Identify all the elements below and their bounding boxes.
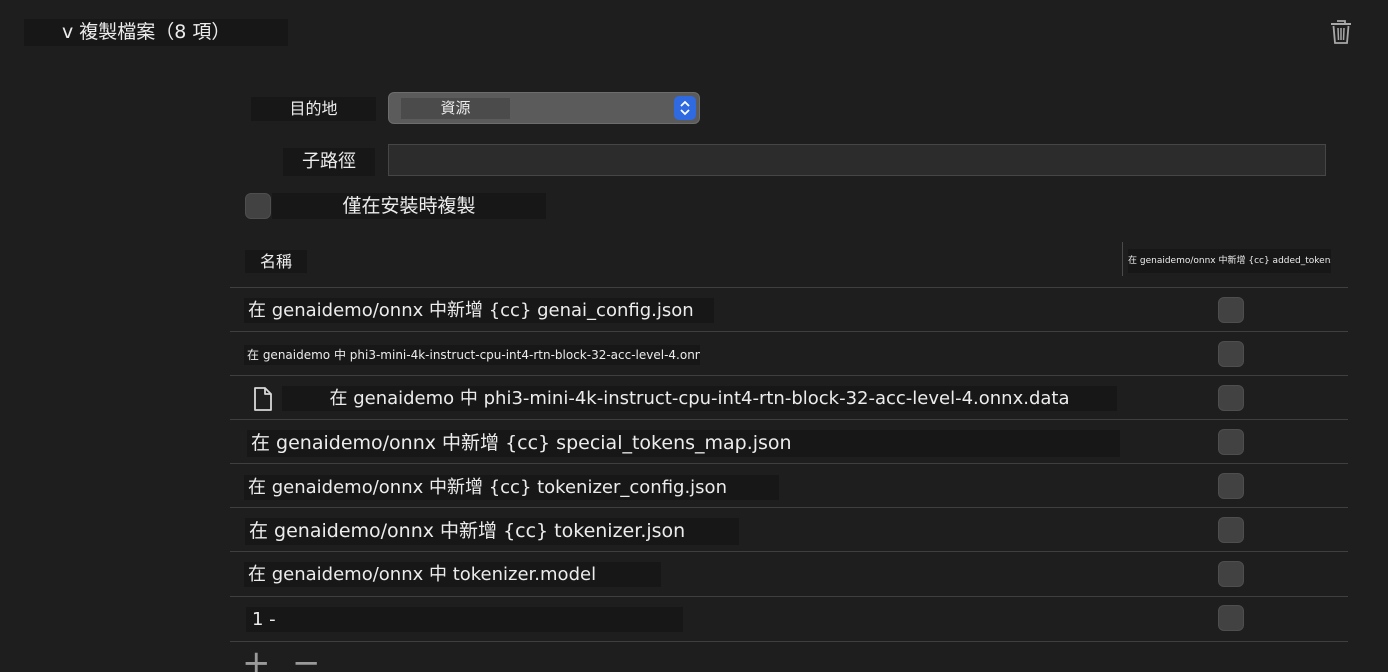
row-separator bbox=[230, 375, 1348, 376]
row-separator bbox=[230, 463, 1348, 464]
subpath-label: 子路徑 bbox=[283, 148, 375, 176]
column-divider bbox=[1122, 242, 1123, 276]
column-header-right[interactable]: 在 genaidemo/onnx 中新增 {cc} added_tokens.j… bbox=[1128, 249, 1331, 273]
table-row-name[interactable]: 在 genaidemo 中 phi3-mini-4k-instruct-cpu-… bbox=[244, 345, 700, 365]
row-separator bbox=[230, 507, 1348, 508]
plus-icon[interactable]: + bbox=[242, 646, 272, 672]
section-header[interactable]: v 複製檔案（8 項） bbox=[24, 19, 288, 46]
column-header-name[interactable]: 名稱 bbox=[245, 250, 307, 273]
row-checkbox[interactable] bbox=[1218, 561, 1244, 587]
trash-icon[interactable] bbox=[1328, 18, 1354, 46]
row-checkbox[interactable] bbox=[1218, 385, 1244, 411]
row-checkbox[interactable] bbox=[1218, 429, 1244, 455]
destination-value: 資源 bbox=[401, 98, 510, 119]
table-row-name[interactable]: 在 genaidemo 中 phi3-mini-4k-instruct-cpu-… bbox=[282, 386, 1117, 411]
subpath-input[interactable] bbox=[388, 144, 1326, 176]
row-checkbox[interactable] bbox=[1218, 297, 1244, 323]
row-separator bbox=[230, 287, 1348, 288]
destination-popup[interactable]: 資源 bbox=[388, 92, 700, 124]
chevron-up-down-icon bbox=[674, 96, 696, 120]
row-separator bbox=[230, 596, 1348, 597]
table-row-name[interactable]: 在 genaidemo/onnx 中新增 {cc} genai_config.j… bbox=[244, 298, 714, 323]
document-icon bbox=[252, 386, 274, 412]
table-row-name[interactable]: 在 genaidemo/onnx 中新增 {cc} tokenizer_conf… bbox=[244, 475, 779, 500]
destination-label: 目的地 bbox=[251, 97, 376, 121]
row-separator bbox=[230, 331, 1348, 332]
table-row-name[interactable]: 在 genaidemo/onnx 中 tokenizer.model bbox=[244, 562, 661, 587]
row-checkbox[interactable] bbox=[1218, 517, 1244, 543]
row-checkbox[interactable] bbox=[1218, 605, 1244, 631]
table-row-name[interactable]: 在 genaidemo/onnx 中新增 {cc} tokenizer.json bbox=[245, 518, 739, 545]
row-checkbox[interactable] bbox=[1218, 473, 1244, 499]
only-on-install-label: 僅在安裝時複製 bbox=[272, 193, 546, 219]
table-row-name[interactable]: 1 - bbox=[246, 607, 683, 632]
only-on-install-checkbox[interactable] bbox=[245, 193, 271, 219]
row-separator bbox=[230, 641, 1348, 642]
row-separator bbox=[230, 419, 1348, 420]
row-separator bbox=[230, 551, 1348, 552]
minus-icon[interactable]: − bbox=[292, 646, 322, 672]
table-row-name[interactable]: 在 genaidemo/onnx 中新增 {cc} special_tokens… bbox=[247, 430, 1120, 457]
row-checkbox[interactable] bbox=[1218, 341, 1244, 367]
